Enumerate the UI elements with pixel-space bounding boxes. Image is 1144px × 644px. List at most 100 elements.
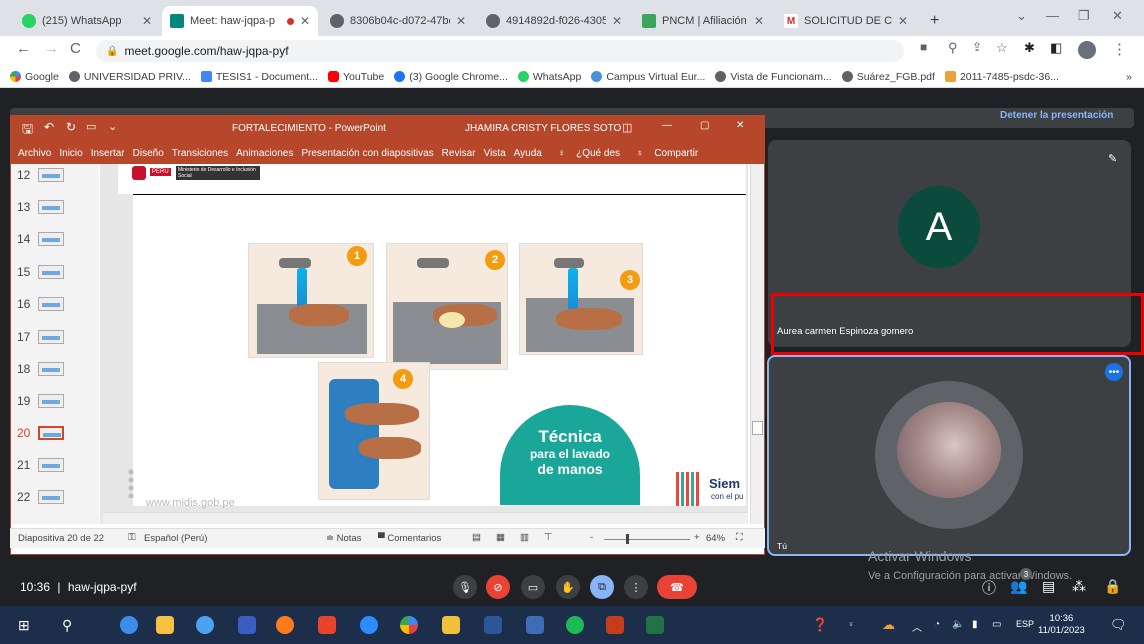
stop-presenting-button[interactable]: Detener la presentación [1000,110,1113,121]
profile-avatar[interactable] [1078,41,1096,59]
thumbnail-20[interactable]: 20 [17,426,65,440]
sidepanel-icon[interactable]: ◧ [1050,40,1062,56]
tab-search-icon[interactable]: ⌄ [1016,8,1027,24]
close-icon[interactable]: ✕ [898,14,908,28]
close-icon[interactable]: ✕ [754,14,764,28]
vertical-scrollbar[interactable] [750,164,764,524]
activities-icon[interactable]: ⁂ [1072,578,1086,595]
windows-start-icon[interactable]: ⊞ [18,617,30,634]
office-icon[interactable] [318,616,336,634]
comments-button[interactable]: ▀ Comentarios [378,533,441,544]
tab-document-2[interactable]: 4914892d-f026-4305- ✕ [478,6,630,36]
undo-icon[interactable]: ↶ [44,120,54,134]
spotify-icon[interactable] [566,616,584,634]
zoom-in-button[interactable]: + [694,532,700,543]
horizontal-scrollbar[interactable] [103,512,748,524]
reload-icon[interactable]: C [70,40,81,57]
taskbar-clock[interactable]: 10:36 11/01/2023 [1038,613,1085,637]
chrome-icon[interactable] [400,616,418,634]
wifi-icon[interactable]: ◔ [934,619,940,630]
back-icon[interactable]: ← [16,40,31,57]
customize-icon[interactable]: ⌄ [108,120,117,133]
normal-view-icon[interactable]: ▤ [472,532,481,543]
notifications-icon[interactable]: 🗨 [1110,617,1127,633]
close-icon[interactable]: ✕ [612,14,622,28]
zoom-level[interactable]: 64% [706,533,725,544]
cortana-icon[interactable] [196,616,214,634]
menu-ayuda[interactable]: Ayuda [514,148,542,159]
fit-slide-icon[interactable]: ⛶ [736,532,743,543]
zoom-icon[interactable]: ⚲ [948,40,958,56]
language-indicator[interactable]: ESP [1016,619,1034,629]
camera-icon[interactable]: ■ [920,40,927,54]
menu-diseno[interactable]: Diseño [133,148,164,159]
bookmark-google[interactable]: Google [10,71,59,83]
menu-icon[interactable]: ⋮ [1112,40,1127,58]
bookmark-psdc[interactable]: 2011-7485-psdc-36... [944,71,1059,83]
new-tab-button[interactable]: + [922,6,946,36]
tell-me-search[interactable]: ♀ ¿Qué des [550,148,620,159]
notes-button[interactable]: ≐ Notas [326,533,361,544]
volume-icon[interactable]: 🔈 [952,619,964,630]
bookmark-campus[interactable]: Campus Virtual Eur... [591,71,705,83]
thumbnail-17[interactable]: 17 [17,330,65,344]
star-icon[interactable]: ☆ [996,40,1008,56]
bookmark-facebook[interactable]: (3) Google Chrome... [394,71,508,83]
thumbnail-18[interactable]: 18 [17,362,65,376]
teams-icon[interactable] [238,616,256,634]
menu-archivo[interactable]: Archivo [18,148,51,159]
thumbnail-15[interactable]: 15 [17,265,65,279]
zoom-slider-thumb[interactable] [626,534,629,544]
minimize-icon[interactable]: — [1046,8,1059,23]
extensions-icon[interactable]: ✱ [1024,40,1035,56]
tab-gmail[interactable]: M SOLICITUD DE COTIZ ✕ [776,6,916,36]
thumbnail-22[interactable]: 22 [17,490,65,504]
leave-call-button[interactable]: ☎ [657,575,697,599]
share-icon[interactable]: ⇪ [972,40,982,54]
word-icon[interactable] [484,616,502,634]
maximize-icon[interactable]: ❐ [1078,8,1090,24]
weather-icon[interactable]: ☁ [882,617,895,633]
tab-document-1[interactable]: 8306b04c-d072-47bc ✕ [322,6,474,36]
bookmark-tesis[interactable]: TESIS1 - Document... [200,71,318,83]
bookmark-whatsapp[interactable]: WhatsApp [517,71,581,83]
address-bar[interactable]: 🔒 meet.google.com/haw-jqpa-pyf [96,40,904,62]
mic-button[interactable]: 🎙 [453,575,477,599]
bookmark-vista[interactable]: Vista de Funcionam... [715,71,832,83]
close-icon[interactable]: ✕ [142,14,152,28]
chat-icon[interactable]: ▤ [1042,578,1055,595]
language-status[interactable]: Español (Perú) [144,533,207,544]
thumbnail-13[interactable]: 13 [17,200,65,214]
people-icon[interactable]: 👥 [1010,578,1027,595]
close-icon[interactable]: ✕ [736,120,744,131]
menu-insertar[interactable]: Insertar [91,148,125,159]
zoom-app-icon[interactable] [360,616,378,634]
raise-hand-button[interactable]: ✋ [556,575,580,599]
zoom-out-button[interactable]: - [590,532,593,543]
excel-icon[interactable] [646,616,664,634]
captions-button[interactable]: ▭ [521,575,545,599]
maximize-icon[interactable]: ▢ [700,120,709,131]
thumbnail-21[interactable]: 21 [17,458,65,472]
tab-whatsapp[interactable]: (215) WhatsApp ✕ [14,6,160,36]
zoom-slider[interactable] [604,539,690,540]
thumbnail-19[interactable]: 19 [17,394,65,408]
person-icon[interactable]: ⍤ [848,619,854,630]
tab-pncm[interactable]: PNCM | Afiliación de ✕ [634,6,772,36]
close-icon[interactable]: ✕ [456,14,466,28]
bookmark-universidad[interactable]: UNIVERSIDAD PRIV... [68,71,191,83]
bookmark-youtube[interactable]: YouTube [327,71,384,83]
sorter-view-icon[interactable]: ▦ [496,532,505,543]
info-icon[interactable]: ⓘ [982,578,996,598]
folder-icon[interactable] [442,616,460,634]
slideshow-view-icon[interactable]: ⊤ [544,532,552,543]
share-button[interactable]: ♁ Compartir [628,148,698,159]
help-icon[interactable]: ❓ [812,617,828,633]
bookmark-pdf[interactable]: Suárez_FGB.pdf [841,71,935,83]
more-options-button[interactable]: ••• [1105,363,1123,381]
close-window-icon[interactable]: ✕ [1112,8,1123,24]
redo-icon[interactable]: ↻ [66,120,76,134]
firefox-icon[interactable] [276,616,294,634]
host-controls-icon[interactable]: 🔒 [1104,578,1121,595]
forward-icon[interactable]: → [44,40,59,57]
